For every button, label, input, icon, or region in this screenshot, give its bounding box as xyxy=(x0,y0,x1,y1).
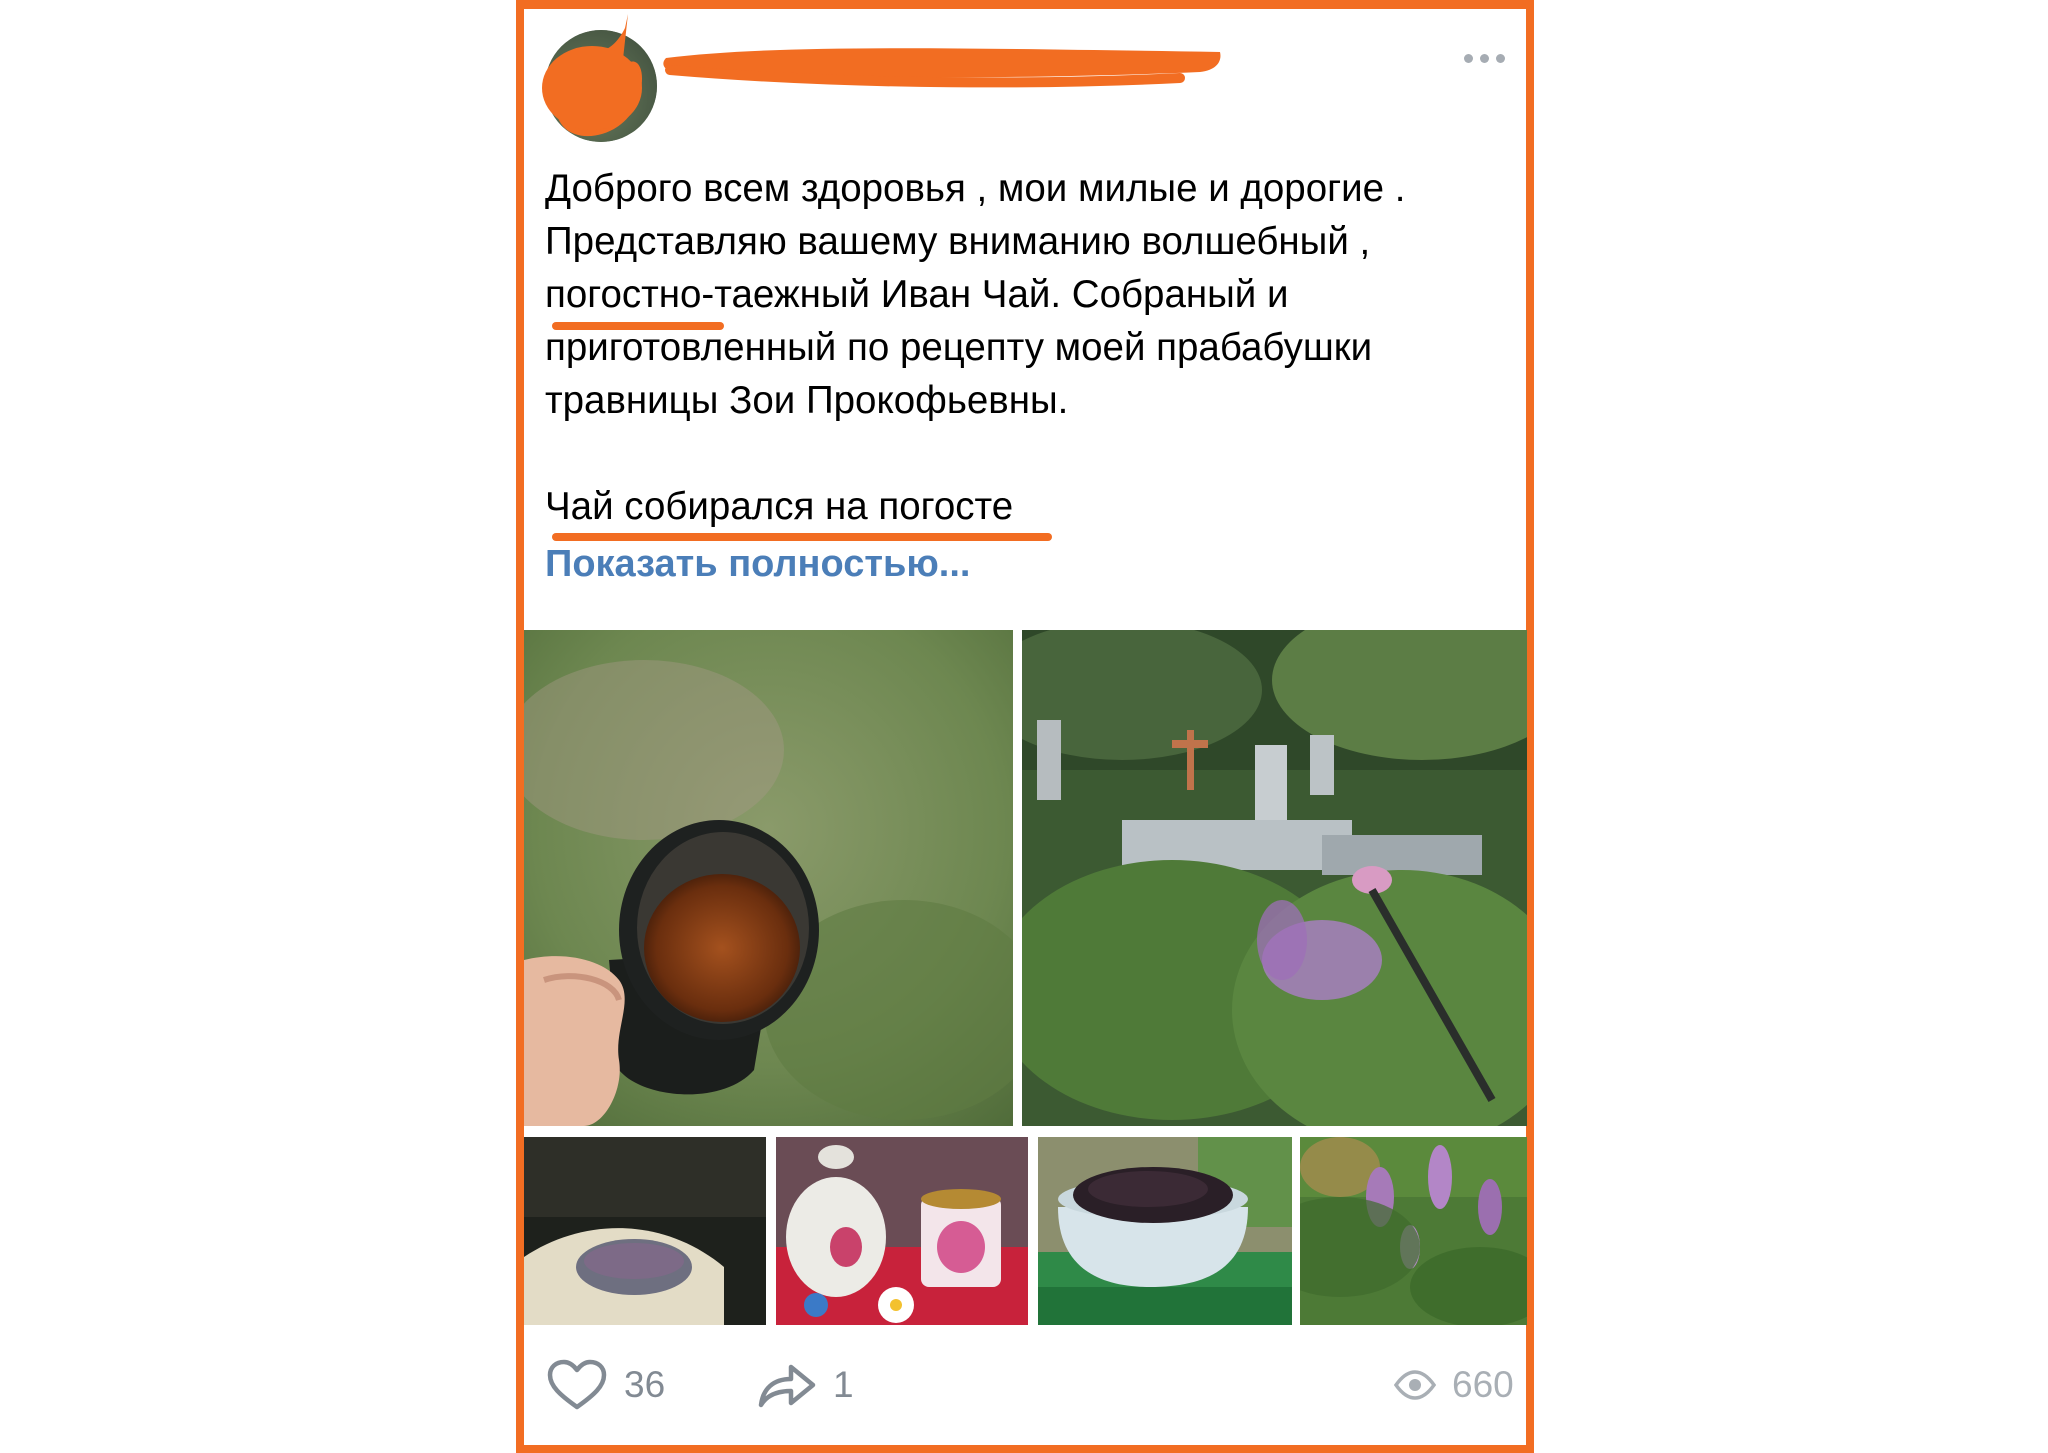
underline-mark xyxy=(552,322,724,330)
avatar-redaction xyxy=(542,14,643,137)
show-more-link[interactable]: Показать полностью... xyxy=(545,543,970,586)
fireweed-photo[interactable] xyxy=(1300,1137,1527,1325)
cemetery-photo[interactable] xyxy=(1022,630,1527,1126)
tea-cup-photo[interactable] xyxy=(524,630,1013,1126)
like-button[interactable]: 36 xyxy=(546,1355,665,1415)
underline-mark xyxy=(552,533,1052,541)
eye-icon xyxy=(1394,1370,1436,1400)
share-button[interactable]: 1 xyxy=(755,1355,854,1415)
post-text-line: Представляю вашему вниманию волшебный , xyxy=(545,220,1371,263)
heart-icon xyxy=(547,1359,607,1410)
views-indicator: 660 xyxy=(1394,1355,1514,1415)
dried-tea-bowl-photo[interactable] xyxy=(1038,1137,1292,1325)
like-count: 36 xyxy=(624,1364,666,1405)
post-text: Доброго всем здоровья , мои милые и доро… xyxy=(545,162,1505,533)
post-text-line: травницы Зои Прокофьевны. xyxy=(545,379,1069,422)
post-text-line: Чай собирался на погосте xyxy=(545,485,1014,528)
post-text-line: погостно-таежный Иван Чай. Собраный и xyxy=(545,273,1289,316)
night-bowl-photo[interactable] xyxy=(524,1137,766,1325)
author-name-redaction xyxy=(663,48,1221,88)
share-icon xyxy=(758,1364,816,1408)
share-count: 1 xyxy=(833,1364,854,1405)
view-count: 660 xyxy=(1452,1364,1514,1405)
post-text-line: Доброго всем здоровья , мои милые и доро… xyxy=(545,167,1406,210)
teapot-photo[interactable] xyxy=(776,1137,1028,1325)
more-options-icon[interactable] xyxy=(1464,54,1505,63)
